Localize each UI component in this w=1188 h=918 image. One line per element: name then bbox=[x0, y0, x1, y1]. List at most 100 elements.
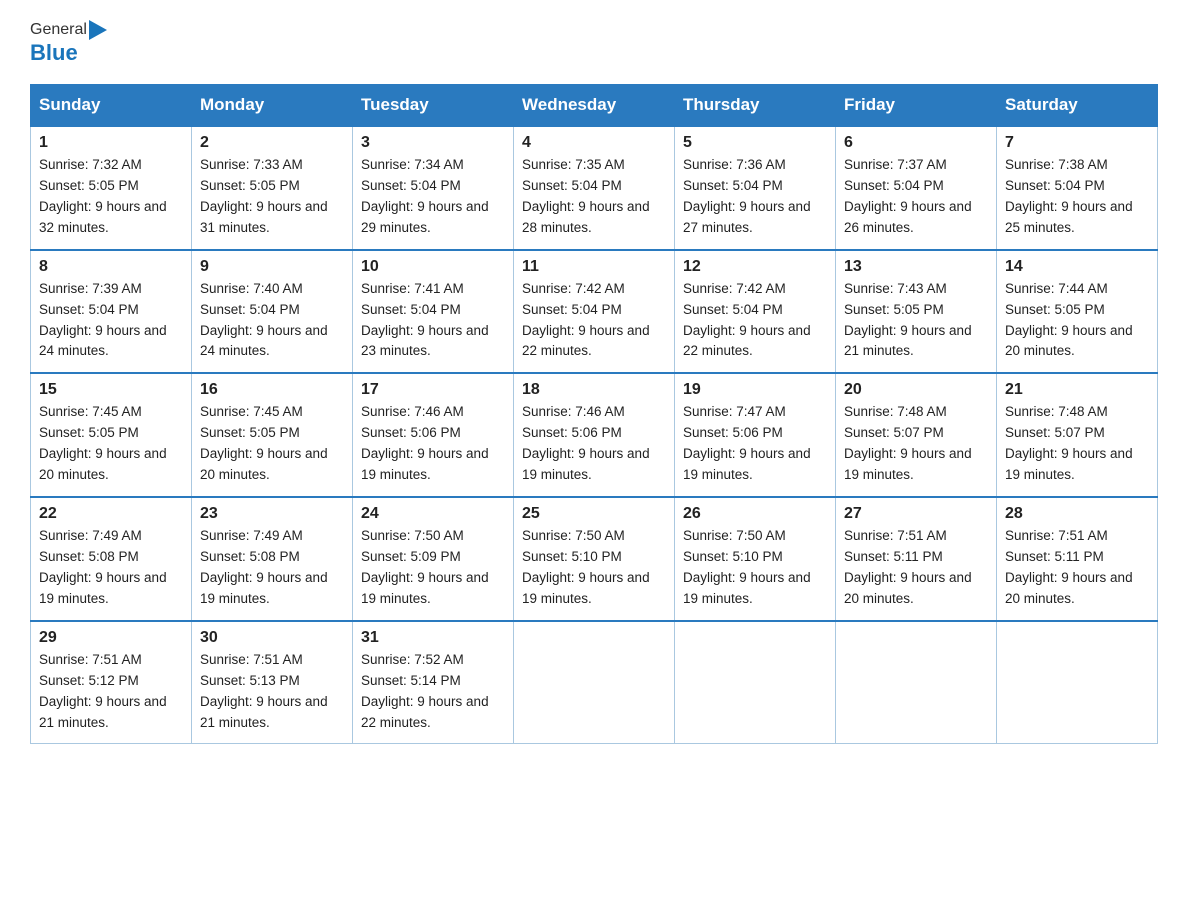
day-number: 7 bbox=[1005, 134, 1149, 152]
calendar-day-cell: 9 Sunrise: 7:40 AMSunset: 5:04 PMDaylight… bbox=[192, 250, 353, 374]
day-of-week-header: Thursday bbox=[675, 85, 836, 127]
calendar-day-cell: 11Sunrise: 7:42 AMSunset: 5:04 PMDayligh… bbox=[514, 250, 675, 374]
day-number: 18 bbox=[522, 381, 666, 399]
calendar-day-cell: 23Sunrise: 7:49 AMSunset: 5:08 PMDayligh… bbox=[192, 497, 353, 621]
day-number: 22 bbox=[39, 505, 183, 523]
day-number: 31 bbox=[361, 629, 505, 647]
day-number: 21 bbox=[1005, 381, 1149, 399]
calendar-day-cell: 14 Sunrise: 7:44 AMSunset: 5:05 PMDayligh… bbox=[997, 250, 1158, 374]
day-info: Sunrise: 7:32 AMSunset: 5:05 PMDaylight:… bbox=[39, 155, 183, 239]
calendar-day-cell: 16 Sunrise: 7:45 AMSunset: 5:05 PMDayligh… bbox=[192, 373, 353, 497]
day-info: Sunrise: 7:40 AMSunset: 5:04 PMDaylight:… bbox=[200, 279, 344, 363]
day-number: 9 bbox=[200, 258, 344, 276]
calendar-day-cell: 7 Sunrise: 7:38 AMSunset: 5:04 PMDaylight… bbox=[997, 126, 1158, 250]
day-info: Sunrise: 7:47 AMSunset: 5:06 PMDaylight:… bbox=[683, 402, 827, 486]
day-number: 14 bbox=[1005, 258, 1149, 276]
day-number: 10 bbox=[361, 258, 505, 276]
calendar-day-cell: 25 Sunrise: 7:50 AMSunset: 5:10 PMDayligh… bbox=[514, 497, 675, 621]
day-info: Sunrise: 7:52 AMSunset: 5:14 PMDaylight:… bbox=[361, 650, 505, 734]
day-number: 19 bbox=[683, 381, 827, 399]
day-info: Sunrise: 7:43 AMSunset: 5:05 PMDaylight:… bbox=[844, 279, 988, 363]
day-info: Sunrise: 7:39 AMSunset: 5:04 PMDaylight:… bbox=[39, 279, 183, 363]
calendar-week-row: 1Sunrise: 7:32 AMSunset: 5:05 PMDaylight… bbox=[31, 126, 1158, 250]
day-number: 4 bbox=[522, 134, 666, 152]
calendar-day-cell bbox=[514, 621, 675, 744]
day-number: 12 bbox=[683, 258, 827, 276]
day-info: Sunrise: 7:51 AMSunset: 5:11 PMDaylight:… bbox=[844, 526, 988, 610]
day-number: 15 bbox=[39, 381, 183, 399]
calendar-day-cell: 24 Sunrise: 7:50 AMSunset: 5:09 PMDayligh… bbox=[353, 497, 514, 621]
day-info: Sunrise: 7:51 AMSunset: 5:13 PMDaylight:… bbox=[200, 650, 344, 734]
day-info: Sunrise: 7:50 AMSunset: 5:09 PMDaylight:… bbox=[361, 526, 505, 610]
day-info: Sunrise: 7:42 AMSunset: 5:04 PMDaylight:… bbox=[683, 279, 827, 363]
day-info: Sunrise: 7:50 AMSunset: 5:10 PMDaylight:… bbox=[683, 526, 827, 610]
calendar-day-cell: 10 Sunrise: 7:41 AMSunset: 5:04 PMDayligh… bbox=[353, 250, 514, 374]
calendar-day-cell: 19 Sunrise: 7:47 AMSunset: 5:06 PMDayligh… bbox=[675, 373, 836, 497]
logo-arrow-icon bbox=[89, 20, 107, 40]
day-number: 30 bbox=[200, 629, 344, 647]
day-number: 5 bbox=[683, 134, 827, 152]
calendar-header-row: SundayMondayTuesdayWednesdayThursdayFrid… bbox=[31, 85, 1158, 127]
calendar-day-cell: 18 Sunrise: 7:46 AMSunset: 5:06 PMDayligh… bbox=[514, 373, 675, 497]
day-number: 13 bbox=[844, 258, 988, 276]
calendar-table: SundayMondayTuesdayWednesdayThursdayFrid… bbox=[30, 84, 1158, 744]
day-info: Sunrise: 7:36 AMSunset: 5:04 PMDaylight:… bbox=[683, 155, 827, 239]
calendar-day-cell: 1Sunrise: 7:32 AMSunset: 5:05 PMDaylight… bbox=[31, 126, 192, 250]
day-info: Sunrise: 7:46 AMSunset: 5:06 PMDaylight:… bbox=[522, 402, 666, 486]
calendar-day-cell: 22 Sunrise: 7:49 AMSunset: 5:08 PMDayligh… bbox=[31, 497, 192, 621]
day-number: 2 bbox=[200, 134, 344, 152]
day-number: 6 bbox=[844, 134, 988, 152]
day-of-week-header: Wednesday bbox=[514, 85, 675, 127]
calendar-day-cell bbox=[675, 621, 836, 744]
day-number: 8 bbox=[39, 258, 183, 276]
day-info: Sunrise: 7:49 AMSunset: 5:08 PMDaylight:… bbox=[39, 526, 183, 610]
logo-blue-text: Blue bbox=[30, 40, 78, 66]
calendar-day-cell: 26Sunrise: 7:50 AMSunset: 5:10 PMDayligh… bbox=[675, 497, 836, 621]
day-number: 24 bbox=[361, 505, 505, 523]
calendar-day-cell: 12 Sunrise: 7:42 AMSunset: 5:04 PMDayligh… bbox=[675, 250, 836, 374]
calendar-day-cell: 20 Sunrise: 7:48 AMSunset: 5:07 PMDayligh… bbox=[836, 373, 997, 497]
day-number: 16 bbox=[200, 381, 344, 399]
day-number: 25 bbox=[522, 505, 666, 523]
day-number: 23 bbox=[200, 505, 344, 523]
calendar-day-cell: 31 Sunrise: 7:52 AMSunset: 5:14 PMDayligh… bbox=[353, 621, 514, 744]
day-info: Sunrise: 7:48 AMSunset: 5:07 PMDaylight:… bbox=[844, 402, 988, 486]
day-info: Sunrise: 7:45 AMSunset: 5:05 PMDaylight:… bbox=[39, 402, 183, 486]
calendar-day-cell: 29Sunrise: 7:51 AMSunset: 5:12 PMDayligh… bbox=[31, 621, 192, 744]
calendar-week-row: 22 Sunrise: 7:49 AMSunset: 5:08 PMDayligh… bbox=[31, 497, 1158, 621]
calendar-day-cell: 2Sunrise: 7:33 AMSunset: 5:05 PMDaylight… bbox=[192, 126, 353, 250]
page-header: GeneralBlue bbox=[30, 20, 1158, 66]
calendar-day-cell: 3Sunrise: 7:34 AMSunset: 5:04 PMDaylight… bbox=[353, 126, 514, 250]
day-info: Sunrise: 7:34 AMSunset: 5:04 PMDaylight:… bbox=[361, 155, 505, 239]
day-number: 27 bbox=[844, 505, 988, 523]
day-of-week-header: Sunday bbox=[31, 85, 192, 127]
logo: GeneralBlue bbox=[30, 20, 109, 66]
calendar-day-cell: 30 Sunrise: 7:51 AMSunset: 5:13 PMDayligh… bbox=[192, 621, 353, 744]
day-of-week-header: Tuesday bbox=[353, 85, 514, 127]
calendar-day-cell bbox=[836, 621, 997, 744]
day-of-week-header: Friday bbox=[836, 85, 997, 127]
day-of-week-header: Monday bbox=[192, 85, 353, 127]
calendar-day-cell: 17Sunrise: 7:46 AMSunset: 5:06 PMDayligh… bbox=[353, 373, 514, 497]
calendar-day-cell: 15 Sunrise: 7:45 AMSunset: 5:05 PMDayligh… bbox=[31, 373, 192, 497]
day-info: Sunrise: 7:37 AMSunset: 5:04 PMDaylight:… bbox=[844, 155, 988, 239]
day-info: Sunrise: 7:51 AMSunset: 5:11 PMDaylight:… bbox=[1005, 526, 1149, 610]
day-number: 28 bbox=[1005, 505, 1149, 523]
calendar-week-row: 15 Sunrise: 7:45 AMSunset: 5:05 PMDayligh… bbox=[31, 373, 1158, 497]
day-number: 20 bbox=[844, 381, 988, 399]
calendar-day-cell: 6 Sunrise: 7:37 AMSunset: 5:04 PMDaylight… bbox=[836, 126, 997, 250]
day-info: Sunrise: 7:38 AMSunset: 5:04 PMDaylight:… bbox=[1005, 155, 1149, 239]
calendar-day-cell: 21 Sunrise: 7:48 AMSunset: 5:07 PMDayligh… bbox=[997, 373, 1158, 497]
day-info: Sunrise: 7:44 AMSunset: 5:05 PMDaylight:… bbox=[1005, 279, 1149, 363]
calendar-day-cell: 4Sunrise: 7:35 AMSunset: 5:04 PMDaylight… bbox=[514, 126, 675, 250]
day-info: Sunrise: 7:48 AMSunset: 5:07 PMDaylight:… bbox=[1005, 402, 1149, 486]
logo-general-text: General bbox=[30, 21, 87, 39]
calendar-week-row: 8 Sunrise: 7:39 AMSunset: 5:04 PMDaylight… bbox=[31, 250, 1158, 374]
day-info: Sunrise: 7:42 AMSunset: 5:04 PMDaylight:… bbox=[522, 279, 666, 363]
day-info: Sunrise: 7:45 AMSunset: 5:05 PMDaylight:… bbox=[200, 402, 344, 486]
day-info: Sunrise: 7:46 AMSunset: 5:06 PMDaylight:… bbox=[361, 402, 505, 486]
calendar-day-cell: 27 Sunrise: 7:51 AMSunset: 5:11 PMDayligh… bbox=[836, 497, 997, 621]
day-info: Sunrise: 7:50 AMSunset: 5:10 PMDaylight:… bbox=[522, 526, 666, 610]
day-info: Sunrise: 7:41 AMSunset: 5:04 PMDaylight:… bbox=[361, 279, 505, 363]
calendar-day-cell: 5 Sunrise: 7:36 AMSunset: 5:04 PMDaylight… bbox=[675, 126, 836, 250]
